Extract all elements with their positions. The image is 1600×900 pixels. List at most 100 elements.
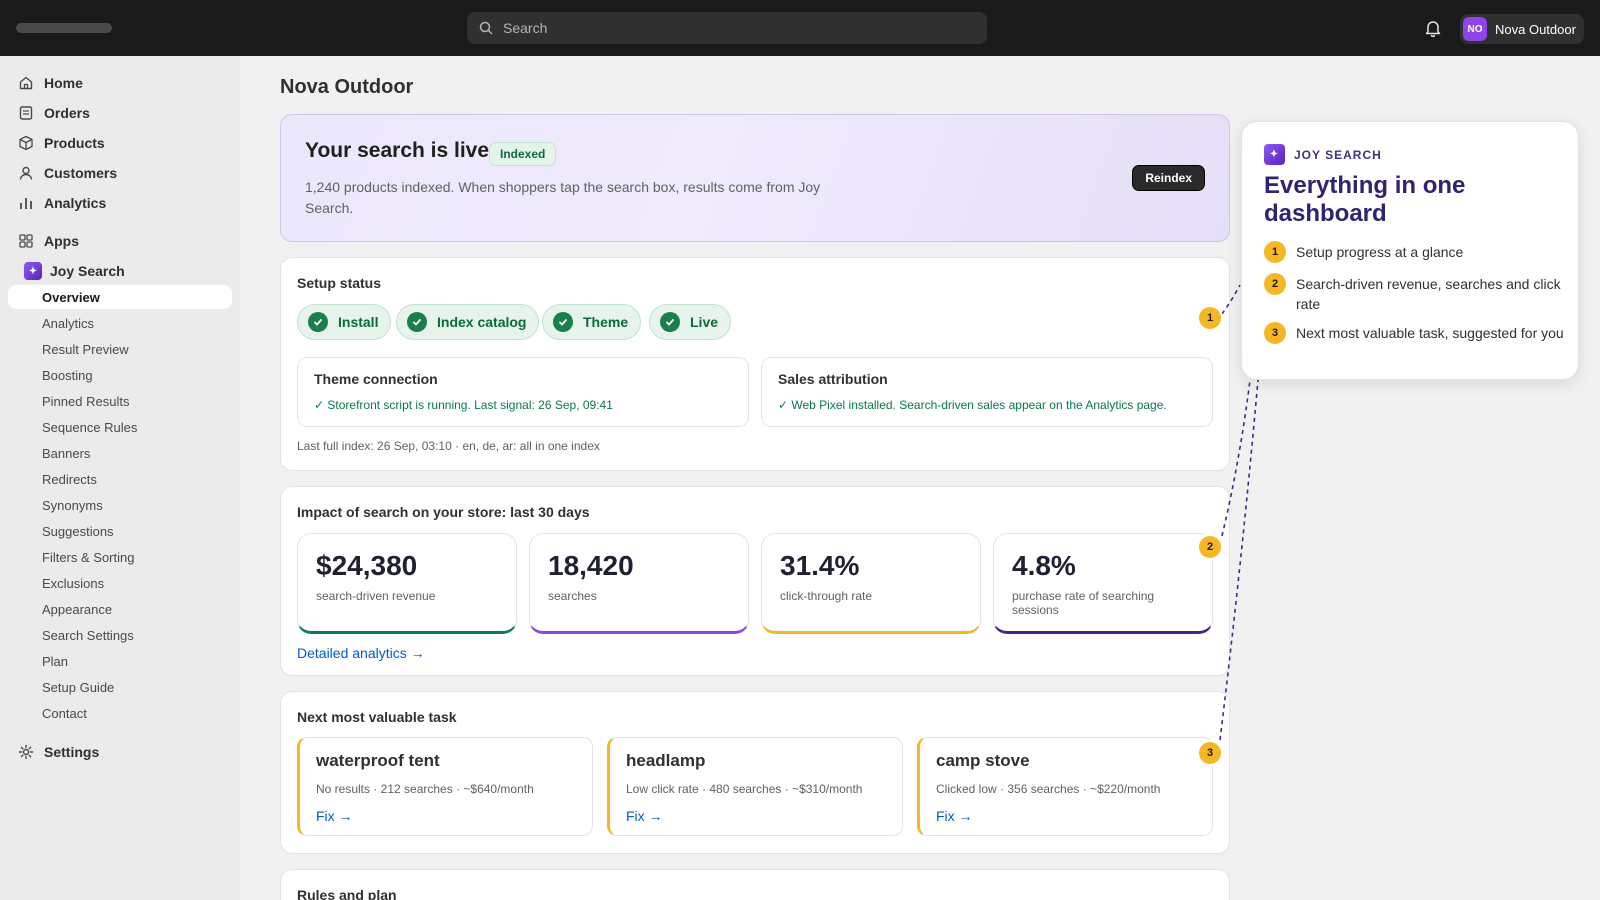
search-placeholder: Search — [503, 20, 548, 36]
detailed-analytics-link[interactable]: Detailed analytics → — [297, 645, 425, 661]
store-name: Nova Outdoor — [1495, 21, 1576, 37]
search-input[interactable]: Search — [467, 12, 987, 44]
products-icon — [18, 135, 34, 151]
kpi-value: 4.8% — [1012, 550, 1076, 581]
step-label: Install — [338, 314, 379, 330]
callout-marker-1: 1 — [1199, 307, 1221, 329]
joy-search-app-icon: ✦ — [24, 262, 42, 280]
task-title: headlamp — [626, 751, 706, 770]
sidebar-item-label: Analytics — [44, 195, 107, 211]
rules-plan-card: Rules and plan — [280, 869, 1230, 900]
sidebar-subitem-filters-sorting[interactable]: Filters & Sorting — [8, 545, 232, 569]
customers-icon — [18, 165, 34, 181]
task-card: camp stove Clicked low · 356 searches · … — [917, 737, 1213, 836]
fix-link[interactable]: Fix → — [936, 808, 973, 824]
kpi-searches: 18,420 searches — [529, 533, 749, 634]
kpi-value: $24,380 — [316, 550, 418, 581]
subcard-text: ✓ Web Pixel installed. Search-driven sal… — [778, 398, 1167, 412]
callout-item: 3 Next most valuable task, suggested for… — [1264, 322, 1564, 344]
search-icon — [479, 21, 493, 35]
number-badge: 2 — [1264, 273, 1286, 295]
sidebar-item-orders[interactable]: Orders — [8, 100, 232, 126]
setup-step-live[interactable]: Live — [649, 304, 732, 340]
sidebar-subitem-synonyms[interactable]: Synonyms — [8, 493, 232, 517]
number-badge: 1 — [1264, 241, 1286, 263]
sidebar-item-analytics[interactable]: Analytics — [8, 190, 232, 216]
hero-description: 1,240 products indexed. When shoppers ta… — [305, 179, 821, 216]
theme-connection-card: Theme connection ✓ Storefront script is … — [297, 357, 749, 427]
callout-marker-3: 3 — [1199, 742, 1221, 764]
sidebar-item-label: Apps — [44, 233, 79, 249]
sidebar-subitem-pinned-results[interactable]: Pinned Results — [8, 389, 232, 413]
orders-icon — [18, 105, 34, 121]
search-live-banner: Your search is live Indexed 1,240 produc… — [280, 114, 1230, 242]
callout-item: 2 Search-driven revenue, searches and cl… — [1264, 273, 1564, 314]
task-meta: Clicked low · 356 searches · ~$220/month — [936, 782, 1161, 796]
section-title: Setup status — [297, 275, 382, 291]
step-label: Theme — [583, 314, 629, 330]
number-badge: 3 — [1264, 322, 1286, 344]
task-card: waterproof tent No results · 212 searche… — [297, 737, 593, 836]
kpi-label: search-driven revenue — [316, 589, 436, 603]
sidebar-item-customers[interactable]: Customers — [8, 160, 232, 186]
sidebar-item-apps[interactable]: Apps — [8, 228, 232, 254]
sidebar-subitem-overview[interactable]: Overview — [8, 285, 232, 309]
sidebar-subitem-plan[interactable]: Plan — [8, 649, 232, 673]
sidebar-item-joy-search[interactable]: ✦ Joy Search — [8, 258, 232, 284]
avatar: NO — [1463, 17, 1487, 41]
joy-search-app-icon: ✦ — [1264, 144, 1285, 165]
status-badge: Indexed — [489, 142, 557, 166]
section-title: Impact of search on your store: last 30 … — [297, 504, 590, 520]
setup-step-theme[interactable]: Theme — [542, 304, 642, 340]
next-task-card: Next most valuable task waterproof tent … — [280, 691, 1230, 854]
sidebar-subitem-setup-guide[interactable]: Setup Guide — [8, 675, 232, 699]
analytics-icon — [18, 195, 34, 211]
sidebar-subitem-analytics[interactable]: Analytics — [8, 311, 232, 335]
kpi-label: purchase rate of searching sessions — [1012, 589, 1155, 617]
sidebar-subitem-contact[interactable]: Contact — [8, 701, 232, 725]
callout-kicker: ✦ JOY SEARCH — [1264, 144, 1382, 165]
subcard-text: ✓ Storefront script is running. Last sig… — [314, 398, 613, 412]
task-title: camp stove — [936, 751, 1030, 770]
kpi-label: click-through rate — [780, 589, 873, 603]
task-meta: Low click rate · 480 searches · ~$310/mo… — [626, 782, 863, 796]
kpi-label: searches — [548, 589, 597, 603]
check-icon — [660, 312, 680, 332]
sidebar-item-settings[interactable]: Settings — [8, 739, 232, 765]
impact-card: Impact of search on your store: last 30 … — [280, 486, 1230, 676]
setup-step-index-catalog[interactable]: Index catalog — [396, 304, 540, 340]
bell-icon[interactable] — [1424, 19, 1442, 37]
sidebar-subitem-appearance[interactable]: Appearance — [8, 597, 232, 621]
sidebar-item-label: Customers — [44, 165, 118, 181]
sidebar-subitem-redirects[interactable]: Redirects — [8, 467, 232, 491]
sidebar-subitem-search-settings[interactable]: Search Settings — [8, 623, 232, 647]
sidebar-subitem-banners[interactable]: Banners — [8, 441, 232, 465]
fix-link[interactable]: Fix → — [316, 808, 353, 824]
sidebar-subitem-exclusions[interactable]: Exclusions — [8, 571, 232, 595]
sidebar-item-label: Products — [44, 135, 105, 151]
subcard-title: Sales attribution — [778, 371, 888, 387]
step-label: Live — [690, 314, 719, 330]
check-icon — [553, 312, 573, 332]
brand-logo[interactable] — [16, 23, 112, 33]
last-index-text: Last full index: 26 Sep, 03:10 · en, de,… — [297, 439, 600, 453]
setup-step-install[interactable]: Install — [297, 304, 392, 340]
store-menu[interactable]: NO Nova Outdoor — [1460, 14, 1584, 44]
sidebar-subitem-result-preview[interactable]: Result Preview — [8, 337, 232, 361]
task-card: headlamp Low click rate · 480 searches ·… — [607, 737, 903, 836]
sidebar-item-home[interactable]: Home — [8, 70, 232, 96]
gear-icon — [18, 744, 34, 760]
sidebar-item-label: Orders — [44, 105, 90, 121]
sidebar: Home Orders Products Customers Analytics… — [0, 56, 240, 900]
reindex-button[interactable]: Reindex — [1132, 165, 1205, 191]
task-title: waterproof tent — [316, 751, 440, 770]
section-title: Next most valuable task — [297, 709, 457, 725]
kpi-purchase-rate: 4.8% purchase rate of searching sessions — [993, 533, 1213, 634]
sidebar-subitem-sequence-rules[interactable]: Sequence Rules — [8, 415, 232, 439]
fix-link[interactable]: Fix → — [626, 808, 663, 824]
feature-callout: ✦ JOY SEARCH Everything in one dashboard… — [1241, 121, 1579, 380]
sidebar-subitem-suggestions[interactable]: Suggestions — [8, 519, 232, 543]
setup-status-card: Setup status Install Index catalog Theme… — [280, 257, 1230, 471]
sidebar-item-products[interactable]: Products — [8, 130, 232, 156]
sidebar-subitem-boosting[interactable]: Boosting — [8, 363, 232, 387]
